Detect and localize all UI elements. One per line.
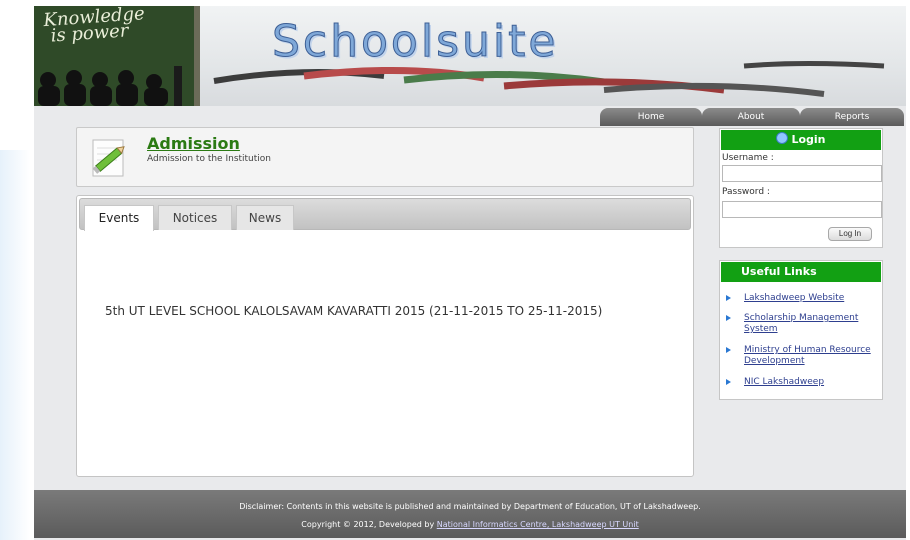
- tab-strip: Events Notices News: [79, 198, 691, 231]
- link-nic-lakshadweep[interactable]: NIC Lakshadweep: [744, 377, 876, 388]
- username-label: Username :: [722, 153, 774, 163]
- top-navigation: Home About Reports: [34, 106, 906, 128]
- login-panel: Login Username : Password : Log In: [719, 128, 883, 248]
- log-in-button[interactable]: Log In: [828, 227, 872, 241]
- pencil-paper-icon: [92, 139, 125, 177]
- footer: Disclaimer: Contents in this website is …: [34, 490, 906, 538]
- bullet-arrow-icon: [726, 295, 731, 301]
- login-header: Login: [721, 130, 881, 150]
- useful-links-header: Useful Links: [721, 262, 881, 282]
- nav-reports-link[interactable]: Reports: [800, 108, 904, 126]
- bullet-arrow-icon: [726, 315, 731, 321]
- chalkboard-text: Knowledge is power: [42, 6, 146, 47]
- nic-developer-link[interactable]: National Informatics Centre, Lakshadweep…: [437, 520, 639, 529]
- login-title: Login: [791, 133, 826, 146]
- admission-panel: Admission Admission to the Institution: [76, 127, 694, 187]
- chalkboard-image: Knowledge is power: [34, 6, 200, 106]
- link-scholarship-management[interactable]: Scholarship Management System: [744, 313, 876, 335]
- link-lakshadweep-website[interactable]: Lakshadweep Website: [744, 293, 876, 304]
- bullet-arrow-icon: [726, 347, 731, 353]
- event-item: 5th UT LEVEL SCHOOL KALOLSAVAM KAVARATTI…: [105, 304, 603, 318]
- page-frame: Knowledge is power Schoolsuite Home Abou…: [34, 6, 906, 540]
- admission-subtitle: Admission to the Institution: [147, 154, 272, 164]
- useful-links-panel: Useful Links Lakshadweep Website Scholar…: [719, 260, 883, 400]
- audience-silhouette-image: [38, 66, 182, 106]
- tab-news[interactable]: News: [236, 205, 294, 230]
- page-side-gradient: [0, 150, 30, 540]
- footer-disclaimer: Disclaimer: Contents in this website is …: [239, 502, 701, 511]
- password-label: Password :: [722, 187, 770, 197]
- decorative-pencils-image: [213, 61, 885, 97]
- user-icon: [776, 132, 789, 144]
- events-tabs-panel: Events Notices News 5th UT LEVEL SCHOOL …: [76, 195, 694, 477]
- footer-copyright: Copyright © 2012, Developed by National …: [34, 520, 906, 529]
- nav-home-link[interactable]: Home: [600, 108, 702, 126]
- header-banner: Knowledge is power Schoolsuite: [34, 6, 906, 106]
- copyright-text: Copyright © 2012, Developed by: [301, 520, 435, 529]
- bullet-arrow-icon: [726, 379, 731, 385]
- link-ministry-hrd[interactable]: Ministry of Human Resource Development: [744, 345, 876, 367]
- password-input[interactable]: [722, 201, 882, 218]
- nav-about-link[interactable]: About: [702, 108, 800, 126]
- tab-notices[interactable]: Notices: [158, 205, 232, 230]
- username-input[interactable]: [722, 165, 882, 182]
- admission-title-link[interactable]: Admission: [147, 134, 240, 153]
- tab-events[interactable]: Events: [84, 205, 154, 231]
